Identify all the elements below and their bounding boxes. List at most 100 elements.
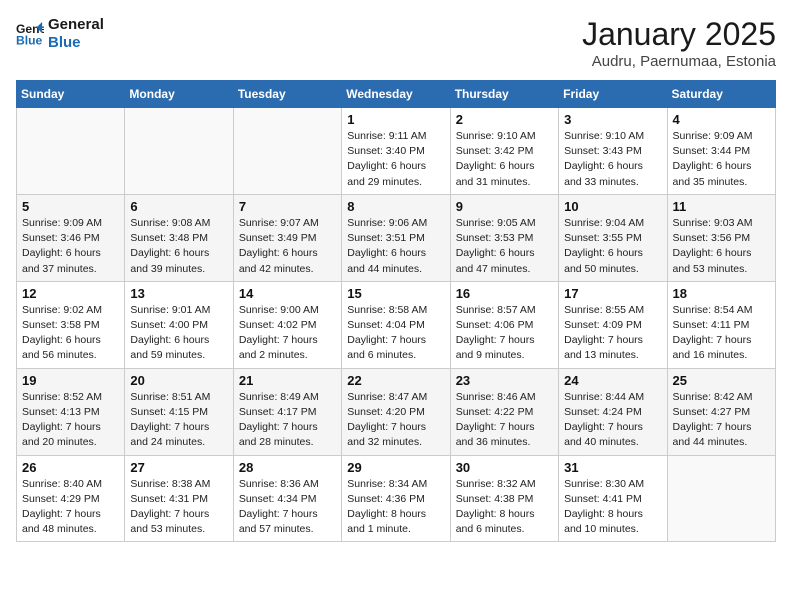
calendar-cell: 22 Sunrise: 8:47 AM Sunset: 4:20 PM Dayli… — [342, 368, 450, 455]
calendar-cell: 25Sunrise: 8:42 AM Sunset: 4:27 PM Dayli… — [667, 368, 775, 455]
header-tuesday: Tuesday — [233, 81, 341, 108]
day-detail: Sunrise: 9:02 AM Sunset: 3:58 PM Dayligh… — [22, 303, 119, 364]
day-number: 27 — [130, 460, 227, 475]
header-sunday: Sunday — [17, 81, 125, 108]
day-number: 20 — [130, 373, 227, 388]
day-number: 18 — [673, 286, 770, 301]
calendar-cell: 2Sunrise: 9:10 AM Sunset: 3:42 PM Daylig… — [450, 108, 558, 195]
day-number: 26 — [22, 460, 119, 475]
calendar-cell: 15 Sunrise: 8:58 AM Sunset: 4:04 PM Dayli… — [342, 281, 450, 368]
day-detail: Sunrise: 9:07 AM Sunset: 3:49 PM Dayligh… — [239, 216, 336, 277]
calendar-cell: 7 Sunrise: 9:07 AM Sunset: 3:49 PM Daylig… — [233, 194, 341, 281]
day-number: 28 — [239, 460, 336, 475]
page-header: General Blue General Blue January 2025 A… — [16, 16, 776, 70]
day-number: 17 — [564, 286, 661, 301]
day-number: 23 — [456, 373, 553, 388]
calendar-cell: 5 Sunrise: 9:09 AM Sunset: 3:46 PM Daylig… — [17, 194, 125, 281]
day-number: 14 — [239, 286, 336, 301]
calendar-week-1: 1Sunrise: 9:11 AM Sunset: 3:40 PM Daylig… — [17, 108, 776, 195]
day-detail: Sunrise: 9:05 AM Sunset: 3:53 PM Dayligh… — [456, 216, 553, 277]
day-detail: Sunrise: 8:47 AM Sunset: 4:20 PM Dayligh… — [347, 390, 444, 451]
calendar-cell: 12 Sunrise: 9:02 AM Sunset: 3:58 PM Dayli… — [17, 281, 125, 368]
day-number: 9 — [456, 199, 553, 214]
calendar-cell: 23 Sunrise: 8:46 AM Sunset: 4:22 PM Dayli… — [450, 368, 558, 455]
day-number: 7 — [239, 199, 336, 214]
calendar-cell: 11 Sunrise: 9:03 AM Sunset: 3:56 PM Dayli… — [667, 194, 775, 281]
day-detail: Sunrise: 8:32 AM Sunset: 4:38 PM Dayligh… — [456, 477, 553, 538]
calendar-subtitle: Audru, Paernumaa, Estonia — [582, 53, 776, 70]
calendar-cell: 6 Sunrise: 9:08 AM Sunset: 3:48 PM Daylig… — [125, 194, 233, 281]
calendar-cell: 29 Sunrise: 8:34 AM Sunset: 4:36 PM Dayli… — [342, 455, 450, 542]
day-number: 8 — [347, 199, 444, 214]
day-number: 12 — [22, 286, 119, 301]
day-number: 1 — [347, 112, 444, 127]
day-detail: Sunrise: 8:57 AM Sunset: 4:06 PM Dayligh… — [456, 303, 553, 364]
calendar-header: Sunday Monday Tuesday Wednesday Thursday… — [17, 81, 776, 108]
day-number: 3 — [564, 112, 661, 127]
day-number: 31 — [564, 460, 661, 475]
header-thursday: Thursday — [450, 81, 558, 108]
day-detail: Sunrise: 8:38 AM Sunset: 4:31 PM Dayligh… — [130, 477, 227, 538]
calendar-cell: 21 Sunrise: 8:49 AM Sunset: 4:17 PM Dayli… — [233, 368, 341, 455]
day-detail: Sunrise: 9:01 AM Sunset: 4:00 PM Dayligh… — [130, 303, 227, 364]
day-detail: Sunrise: 8:40 AM Sunset: 4:29 PM Dayligh… — [22, 477, 119, 538]
day-number: 22 — [347, 373, 444, 388]
day-detail: Sunrise: 8:55 AM Sunset: 4:09 PM Dayligh… — [564, 303, 661, 364]
calendar-title: January 2025 — [582, 16, 776, 53]
calendar-cell: 19 Sunrise: 8:52 AM Sunset: 4:13 PM Dayli… — [17, 368, 125, 455]
day-number: 16 — [456, 286, 553, 301]
calendar-cell: 17 Sunrise: 8:55 AM Sunset: 4:09 PM Dayli… — [559, 281, 667, 368]
day-detail: Sunrise: 9:09 AM Sunset: 3:44 PM Dayligh… — [673, 129, 770, 190]
day-detail: Sunrise: 9:06 AM Sunset: 3:51 PM Dayligh… — [347, 216, 444, 277]
day-number: 19 — [22, 373, 119, 388]
header-saturday: Saturday — [667, 81, 775, 108]
calendar-cell: 28 Sunrise: 8:36 AM Sunset: 4:34 PM Dayli… — [233, 455, 341, 542]
calendar-cell: 18 Sunrise: 8:54 AM Sunset: 4:11 PM Dayli… — [667, 281, 775, 368]
calendar-cell — [17, 108, 125, 195]
calendar-cell: 27 Sunrise: 8:38 AM Sunset: 4:31 PM Dayli… — [125, 455, 233, 542]
day-detail: Sunrise: 8:54 AM Sunset: 4:11 PM Dayligh… — [673, 303, 770, 364]
day-number: 21 — [239, 373, 336, 388]
header-friday: Friday — [559, 81, 667, 108]
day-number: 25 — [673, 373, 770, 388]
calendar-cell: 16 Sunrise: 8:57 AM Sunset: 4:06 PM Dayli… — [450, 281, 558, 368]
day-detail: Sunrise: 8:52 AM Sunset: 4:13 PM Dayligh… — [22, 390, 119, 451]
logo-icon: General Blue — [16, 20, 44, 48]
day-number: 15 — [347, 286, 444, 301]
calendar-cell: 31Sunrise: 8:30 AM Sunset: 4:41 PM Dayli… — [559, 455, 667, 542]
header-wednesday: Wednesday — [342, 81, 450, 108]
day-number: 5 — [22, 199, 119, 214]
day-detail: Sunrise: 8:46 AM Sunset: 4:22 PM Dayligh… — [456, 390, 553, 451]
day-detail: Sunrise: 8:34 AM Sunset: 4:36 PM Dayligh… — [347, 477, 444, 538]
calendar-cell: 9 Sunrise: 9:05 AM Sunset: 3:53 PM Daylig… — [450, 194, 558, 281]
day-number: 29 — [347, 460, 444, 475]
day-number: 11 — [673, 199, 770, 214]
day-detail: Sunrise: 8:36 AM Sunset: 4:34 PM Dayligh… — [239, 477, 336, 538]
day-detail: Sunrise: 9:10 AM Sunset: 3:42 PM Dayligh… — [456, 129, 553, 190]
day-number: 6 — [130, 199, 227, 214]
calendar-cell — [125, 108, 233, 195]
day-detail: Sunrise: 8:51 AM Sunset: 4:15 PM Dayligh… — [130, 390, 227, 451]
calendar-cell — [233, 108, 341, 195]
day-number: 4 — [673, 112, 770, 127]
calendar-cell: 20 Sunrise: 8:51 AM Sunset: 4:15 PM Dayli… — [125, 368, 233, 455]
calendar-cell — [667, 455, 775, 542]
day-detail: Sunrise: 9:04 AM Sunset: 3:55 PM Dayligh… — [564, 216, 661, 277]
calendar-week-4: 19 Sunrise: 8:52 AM Sunset: 4:13 PM Dayli… — [17, 368, 776, 455]
calendar-week-5: 26 Sunrise: 8:40 AM Sunset: 4:29 PM Dayli… — [17, 455, 776, 542]
calendar-cell: 24Sunrise: 8:44 AM Sunset: 4:24 PM Dayli… — [559, 368, 667, 455]
svg-text:Blue: Blue — [16, 33, 43, 47]
day-detail: Sunrise: 8:49 AM Sunset: 4:17 PM Dayligh… — [239, 390, 336, 451]
calendar-cell: 30Sunrise: 8:32 AM Sunset: 4:38 PM Dayli… — [450, 455, 558, 542]
calendar-cell: 14Sunrise: 9:00 AM Sunset: 4:02 PM Dayli… — [233, 281, 341, 368]
calendar-week-2: 5 Sunrise: 9:09 AM Sunset: 3:46 PM Daylig… — [17, 194, 776, 281]
calendar-week-3: 12 Sunrise: 9:02 AM Sunset: 3:58 PM Dayli… — [17, 281, 776, 368]
calendar-cell: 4 Sunrise: 9:09 AM Sunset: 3:44 PM Daylig… — [667, 108, 775, 195]
logo-line2: Blue — [48, 34, 104, 52]
day-detail: Sunrise: 9:08 AM Sunset: 3:48 PM Dayligh… — [130, 216, 227, 277]
day-detail: Sunrise: 9:09 AM Sunset: 3:46 PM Dayligh… — [22, 216, 119, 277]
day-detail: Sunrise: 9:03 AM Sunset: 3:56 PM Dayligh… — [673, 216, 770, 277]
logo-line1: General — [48, 16, 104, 34]
day-detail: Sunrise: 8:58 AM Sunset: 4:04 PM Dayligh… — [347, 303, 444, 364]
title-block: January 2025 Audru, Paernumaa, Estonia — [582, 16, 776, 70]
